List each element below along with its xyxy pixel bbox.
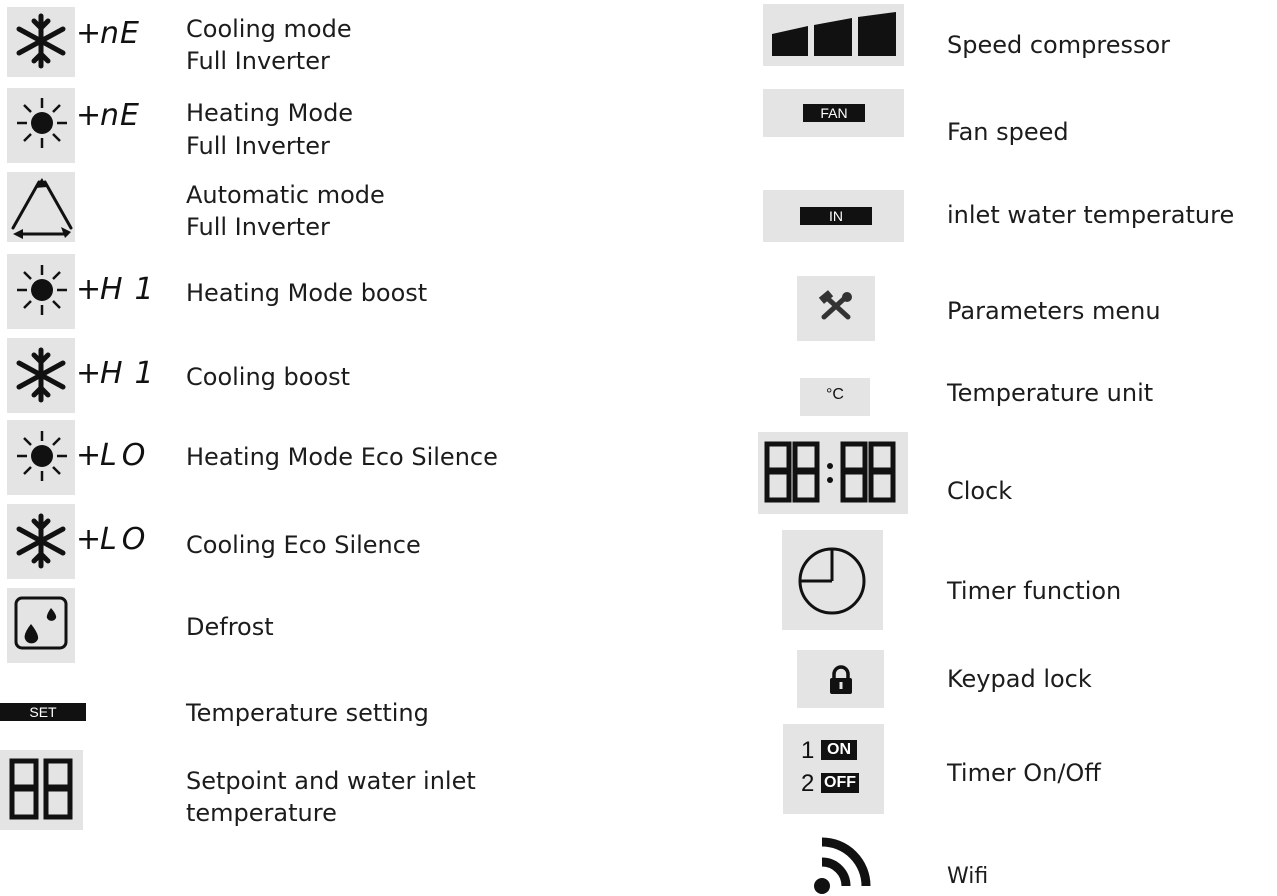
cooling-mode-label: Cooling mode bbox=[186, 15, 352, 43]
seven-segment-88-icon bbox=[9, 758, 73, 820]
cooling-eco-label: Cooling Eco Silence bbox=[186, 531, 421, 559]
wifi-label: Wifi bbox=[947, 864, 989, 889]
speed-bars-icon bbox=[772, 12, 896, 56]
heating-eco-label: Heating Mode Eco Silence bbox=[186, 443, 498, 471]
timer-onoff-label: Timer On/Off bbox=[947, 759, 1101, 787]
sun-icon bbox=[17, 431, 67, 481]
seven-segment-clock-icon bbox=[764, 441, 896, 503]
defrost-label: Defrost bbox=[186, 613, 274, 641]
heating-boost-label: Heating Mode boost bbox=[186, 279, 428, 307]
timer-onoff-tile bbox=[783, 724, 884, 814]
mode-code: LO bbox=[100, 522, 152, 557]
plus-sign: + bbox=[76, 356, 103, 391]
lock-icon bbox=[830, 665, 852, 694]
snowflake-icon bbox=[16, 347, 66, 403]
tools-icon bbox=[818, 290, 852, 320]
cooling-boost-label: Cooling boost bbox=[186, 363, 351, 391]
keypad-lock-label: Keypad lock bbox=[947, 665, 1092, 693]
automatic-mode-label: Automatic mode bbox=[186, 181, 385, 209]
mode-code: H1 bbox=[100, 272, 166, 307]
mode-code: nE bbox=[100, 16, 140, 51]
snowflake-icon bbox=[16, 13, 66, 69]
mode-code: H1 bbox=[100, 356, 166, 391]
plus-sign: + bbox=[76, 272, 103, 307]
plus-sign: + bbox=[76, 98, 103, 133]
fan-tag: FAN bbox=[803, 104, 865, 122]
snowflake-icon bbox=[16, 513, 66, 569]
timer-1-number: 1 bbox=[801, 737, 815, 764]
inlet-temp-label: inlet water temperature bbox=[947, 201, 1235, 229]
triangle-cycle-icon bbox=[11, 178, 73, 239]
celsius-unit: °C bbox=[826, 386, 844, 403]
cooling-mode-sublabel: Full Inverter bbox=[186, 47, 330, 75]
sun-icon bbox=[17, 265, 67, 315]
fan-speed-label: Fan speed bbox=[947, 118, 1069, 146]
setpoint-sublabel: temperature bbox=[186, 799, 337, 827]
wifi-icon bbox=[814, 837, 871, 894]
mode-code: LO bbox=[100, 438, 152, 473]
mode-code: nE bbox=[100, 98, 140, 133]
set-tag: SET bbox=[0, 703, 86, 721]
defrost-drops-icon bbox=[14, 596, 68, 650]
plus-sign: + bbox=[76, 438, 103, 473]
timer-function-label: Timer function bbox=[947, 577, 1122, 605]
timer-on-badge: ON bbox=[821, 740, 857, 760]
clock-circle-icon bbox=[798, 547, 866, 615]
heating-mode-label: Heating Mode bbox=[186, 99, 354, 127]
clock-label: Clock bbox=[947, 477, 1013, 505]
heating-mode-sublabel: Full Inverter bbox=[186, 132, 330, 160]
timer-off-badge: OFF bbox=[821, 773, 859, 793]
sun-icon bbox=[17, 98, 67, 148]
in-tag: IN bbox=[800, 207, 872, 225]
plus-sign: + bbox=[76, 16, 103, 51]
timer-2-number: 2 bbox=[801, 770, 815, 797]
speed-compressor-label: Speed compressor bbox=[947, 31, 1171, 59]
temperature-unit-label: Temperature unit bbox=[947, 379, 1154, 407]
parameters-label: Parameters menu bbox=[947, 297, 1161, 325]
setpoint-label: Setpoint and water inlet bbox=[186, 767, 476, 795]
automatic-mode-sublabel: Full Inverter bbox=[186, 213, 330, 241]
plus-sign: + bbox=[76, 522, 103, 557]
temperature-setting-label: Temperature setting bbox=[186, 699, 429, 727]
